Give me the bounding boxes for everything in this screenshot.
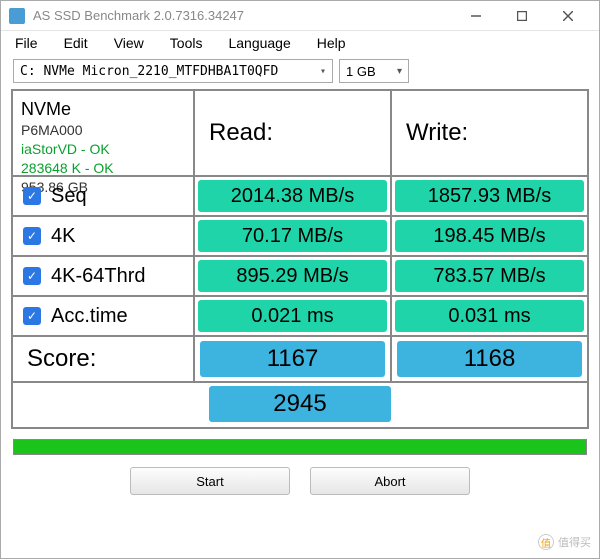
menu-help[interactable]: Help bbox=[317, 35, 346, 51]
close-button[interactable] bbox=[545, 1, 591, 31]
acc-read: 0.021 ms bbox=[198, 300, 387, 332]
info-align: 283648 K - OK bbox=[21, 159, 114, 178]
abort-button[interactable]: Abort bbox=[310, 467, 470, 495]
toolbar: C: NVMe Micron_2210_MTFDHBA1T0QFD ▾ 1 GB… bbox=[1, 57, 599, 89]
menu-view[interactable]: View bbox=[114, 35, 144, 51]
4k64-write: 783.57 MB/s bbox=[395, 260, 584, 292]
info-driver: iaStorVD - OK bbox=[21, 140, 110, 159]
row-4k64: ✓ 4K-64Thrd 895.29 MB/s 783.57 MB/s bbox=[13, 257, 587, 297]
window-title: AS SSD Benchmark 2.0.7316.34247 bbox=[33, 8, 453, 23]
chevron-down-icon: ▾ bbox=[320, 66, 326, 77]
seq-write: 1857.93 MB/s bbox=[395, 180, 584, 212]
4k-write: 198.45 MB/s bbox=[395, 220, 584, 252]
info-model: P6MA000 bbox=[21, 121, 82, 140]
row-score: Score: 1167 1168 bbox=[13, 337, 587, 383]
row-total: 2945 bbox=[13, 383, 587, 427]
score-read: 1167 bbox=[200, 341, 385, 377]
results-grid: NVMe P6MA000 iaStorVD - OK 283648 K - OK… bbox=[11, 89, 589, 429]
score-write: 1168 bbox=[397, 341, 582, 377]
check-4k[interactable]: ✓ bbox=[23, 227, 41, 245]
drive-info: NVMe P6MA000 iaStorVD - OK 283648 K - OK… bbox=[13, 91, 195, 175]
menu-language[interactable]: Language bbox=[228, 35, 290, 51]
size-select[interactable]: 1 GB ▾ bbox=[339, 59, 409, 83]
drive-select[interactable]: C: NVMe Micron_2210_MTFDHBA1T0QFD ▾ bbox=[13, 59, 333, 83]
header-read: Read: bbox=[195, 91, 392, 175]
label-4k64: 4K-64Thrd bbox=[51, 265, 146, 288]
minimize-button[interactable] bbox=[453, 1, 499, 31]
menubar: File Edit View Tools Language Help bbox=[1, 31, 599, 57]
app-icon bbox=[9, 8, 25, 24]
watermark: 值 值得买 bbox=[538, 534, 591, 550]
watermark-icon: 值 bbox=[538, 534, 554, 550]
check-seq[interactable]: ✓ bbox=[23, 187, 41, 205]
4k-read: 70.17 MB/s bbox=[198, 220, 387, 252]
menu-tools[interactable]: Tools bbox=[170, 35, 203, 51]
acc-write: 0.031 ms bbox=[395, 300, 584, 332]
score-total: 2945 bbox=[209, 386, 391, 422]
size-value: 1 GB bbox=[346, 64, 376, 79]
header-write: Write: bbox=[392, 91, 587, 175]
info-bus: NVMe bbox=[21, 97, 71, 121]
label-seq: Seq bbox=[51, 185, 87, 208]
score-label: Score: bbox=[13, 337, 195, 381]
seq-read: 2014.38 MB/s bbox=[198, 180, 387, 212]
drive-value: C: NVMe Micron_2210_MTFDHBA1T0QFD bbox=[20, 64, 278, 79]
row-seq: ✓ Seq 2014.38 MB/s 1857.93 MB/s bbox=[13, 177, 587, 217]
chevron-down-icon: ▾ bbox=[397, 66, 402, 77]
start-button[interactable]: Start bbox=[130, 467, 290, 495]
check-4k64[interactable]: ✓ bbox=[23, 267, 41, 285]
button-row: Start Abort bbox=[1, 461, 599, 505]
row-acc: ✓ Acc.time 0.021 ms 0.031 ms bbox=[13, 297, 587, 337]
watermark-text: 值得买 bbox=[558, 534, 591, 550]
label-acc: Acc.time bbox=[51, 305, 128, 328]
4k64-read: 895.29 MB/s bbox=[198, 260, 387, 292]
maximize-button[interactable] bbox=[499, 1, 545, 31]
menu-file[interactable]: File bbox=[15, 35, 38, 51]
progress-bar bbox=[13, 439, 587, 455]
row-4k: ✓ 4K 70.17 MB/s 198.45 MB/s bbox=[13, 217, 587, 257]
titlebar: AS SSD Benchmark 2.0.7316.34247 bbox=[1, 1, 599, 31]
label-4k: 4K bbox=[51, 225, 75, 248]
menu-edit[interactable]: Edit bbox=[64, 35, 88, 51]
app-window: AS SSD Benchmark 2.0.7316.34247 File Edi… bbox=[0, 0, 600, 559]
check-acc[interactable]: ✓ bbox=[23, 307, 41, 325]
